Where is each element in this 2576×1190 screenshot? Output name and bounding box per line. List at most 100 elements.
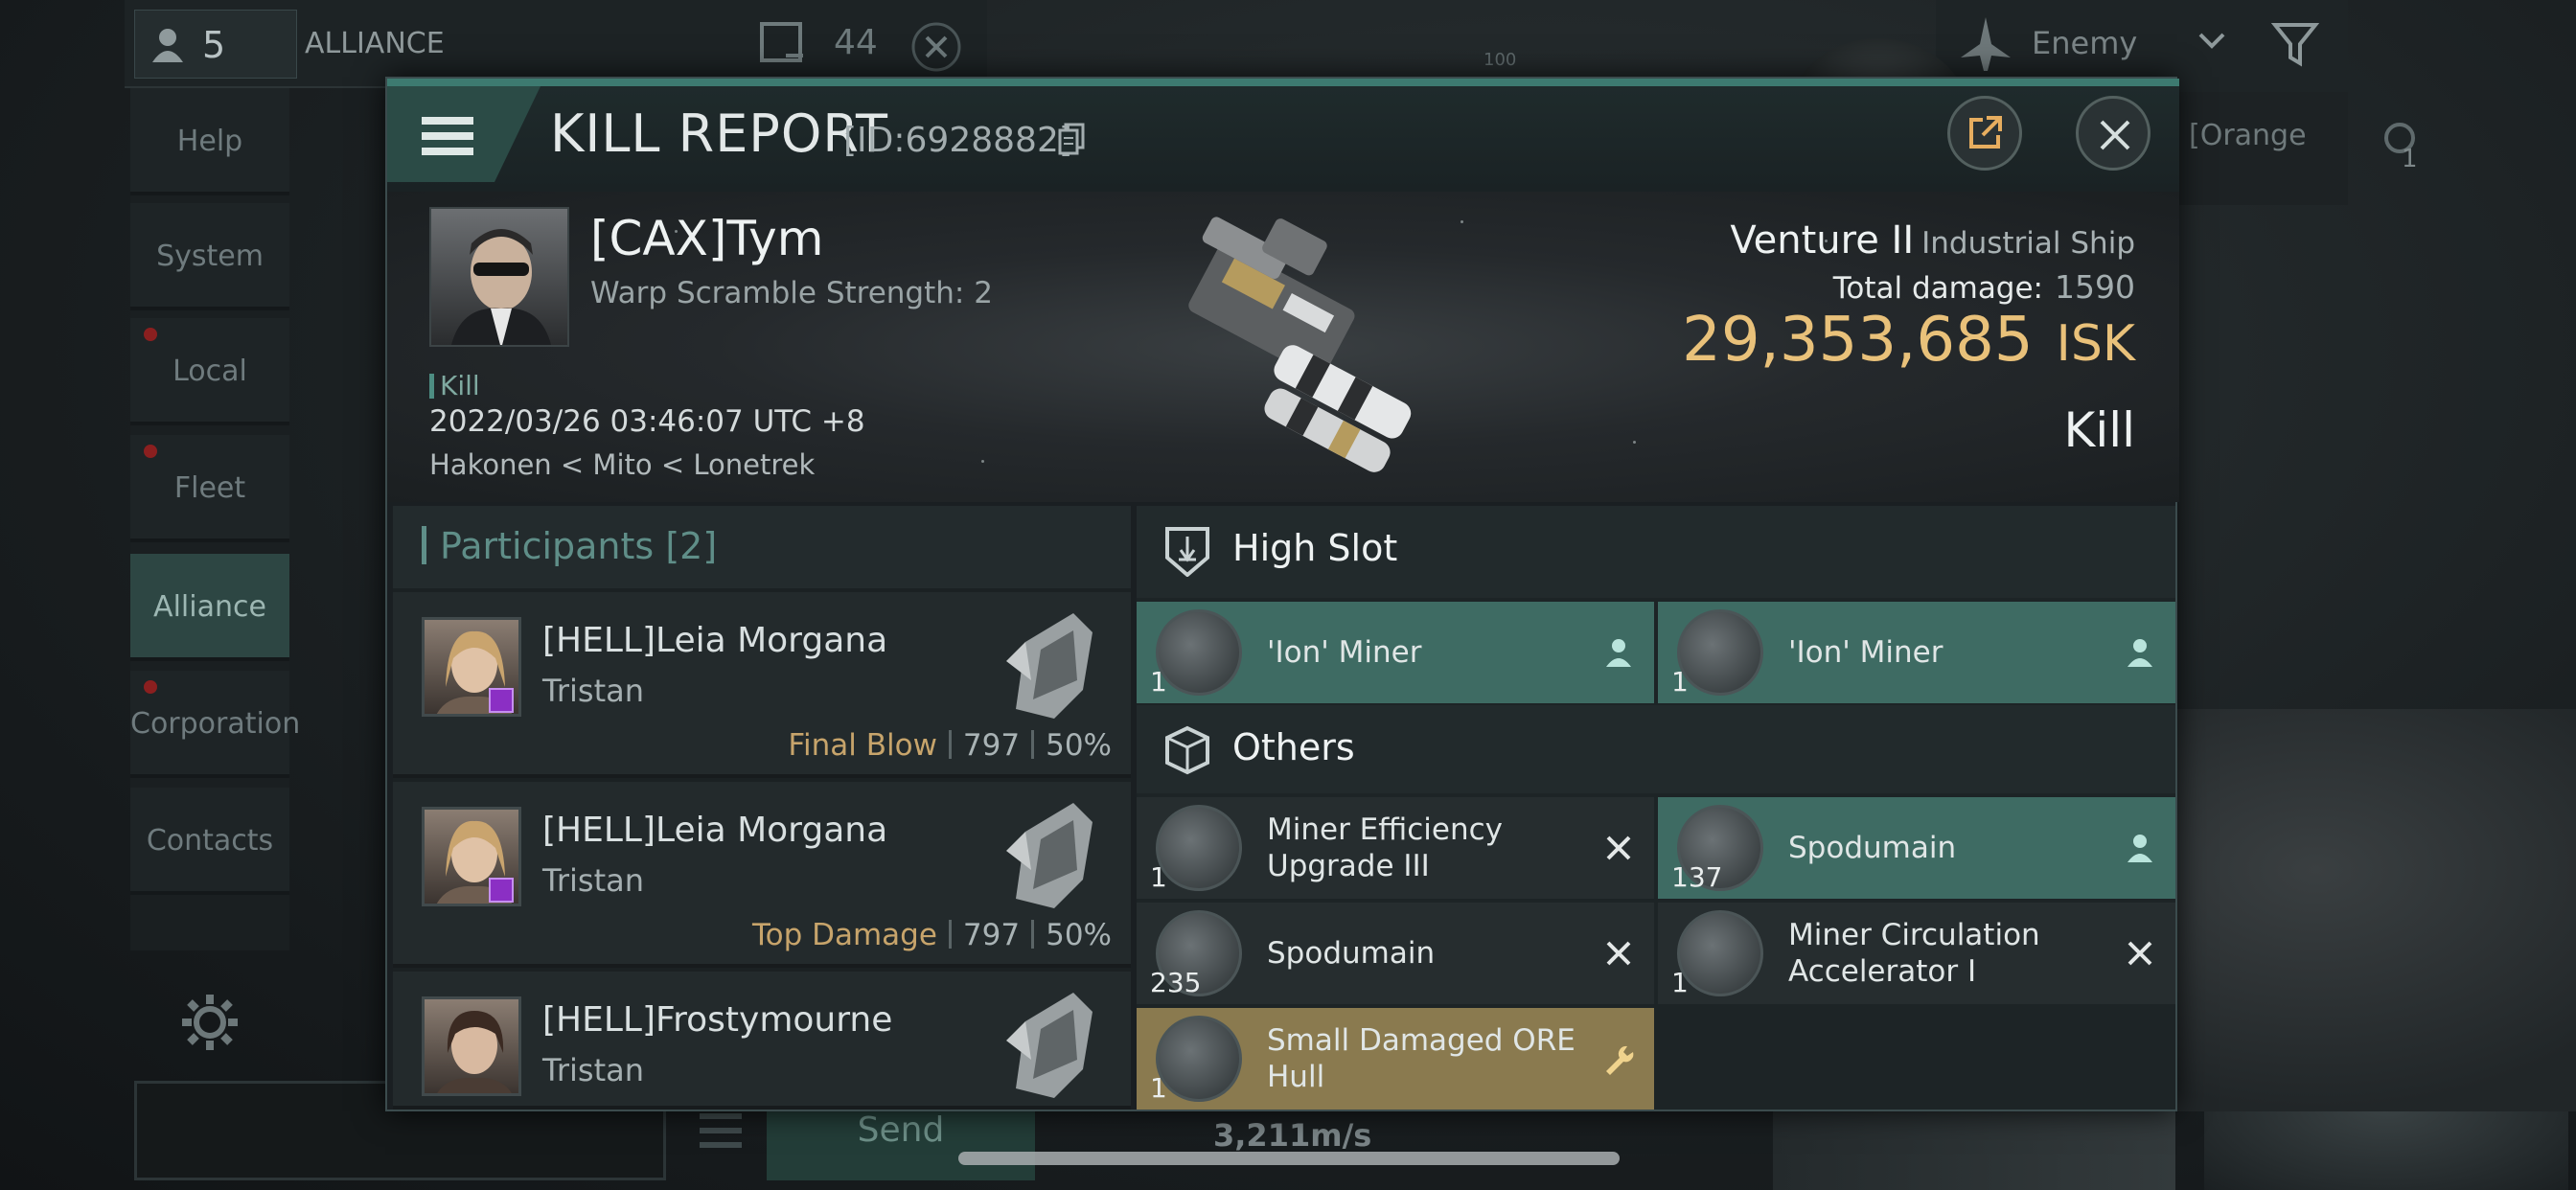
kill-id: [ID:6928882] — [843, 121, 1072, 160]
sidebar-item-system[interactable]: System — [130, 203, 289, 310]
victim-ship[interactable]: Venture II Industrial Ship — [1730, 218, 2135, 263]
participant-percent: 50% — [1046, 918, 1112, 952]
isk-amount: 29,353,685 — [1682, 305, 2034, 376]
dropped-person-icon — [2128, 639, 2152, 667]
hull-salvage-icon — [1156, 1016, 1242, 1102]
tristan-ship-icon — [1006, 613, 1092, 719]
participant-role: Final Blow — [788, 728, 937, 763]
participant-name: [HELL]Leia Morgana — [542, 811, 888, 850]
sidebar-item-label: Alliance — [153, 590, 266, 624]
close-icon — [2100, 120, 2130, 150]
ship-class: Industrial Ship — [1921, 226, 2135, 261]
sidebar-item-fleet[interactable]: Fleet — [130, 435, 289, 542]
sidebar-item-label: Local — [172, 355, 247, 388]
members-button[interactable]: 5 — [134, 10, 297, 79]
dialog-title: KILL REPORT — [550, 103, 888, 164]
participant-role: Top Damage — [751, 918, 937, 952]
menu-icon — [422, 117, 473, 125]
participants-count: [2] — [665, 525, 718, 567]
accelerator-module-icon — [1677, 910, 1763, 996]
item-name: Miner Efficiency Upgrade III — [1267, 812, 1504, 883]
home-indicator — [958, 1152, 1620, 1165]
kill-datetime: 2022/03/26 03:46:07 UTC +8 — [429, 404, 865, 439]
sidebar-item-label: Help — [176, 125, 243, 158]
kill-report-screen: { "background": { "members_count": "5", … — [0, 0, 2576, 1190]
close-chat-icon[interactable] — [910, 21, 962, 73]
orange-target[interactable]: [Orange — [2175, 92, 2348, 205]
item-slot[interactable]: 137 Spodumain — [1658, 797, 2175, 899]
participants-title: Participants [2] — [422, 525, 717, 567]
participant-stats: Final Blow 797 50% — [788, 728, 1112, 763]
item-slot[interactable]: 1 Miner Circulation Accelerator I — [1658, 903, 2175, 1004]
kill-tag: Kill — [429, 370, 480, 401]
sidebar-item-corporation[interactable]: Corporation — [130, 671, 300, 778]
victim-name[interactable]: [CAX]Tym — [590, 211, 823, 266]
item-quantity: 137 — [1671, 861, 1723, 893]
participant-ship: Tristan — [542, 673, 644, 709]
menu-icon — [422, 132, 473, 140]
unread-dot — [144, 680, 157, 694]
item-quantity: 1 — [1150, 1072, 1167, 1104]
participant-row[interactable]: [HELL]Leia Morgana Tristan Final Blow 797… — [393, 592, 1131, 778]
message-count: 44 — [834, 23, 878, 62]
message-icon — [760, 22, 803, 62]
item-slot[interactable]: 1 Miner Efficiency Upgrade III — [1137, 797, 1654, 899]
sidebar-item-alliance[interactable]: Alliance — [130, 554, 289, 661]
lock-target-icon[interactable]: 1 — [2380, 119, 2423, 169]
miner-module-icon — [1156, 609, 1242, 696]
others-header: Others — [1137, 705, 2175, 793]
destroyed-x-icon — [2128, 941, 2152, 966]
participant-name: [HELL]Frostymourne — [542, 1000, 893, 1040]
item-slot[interactable]: 1 Small Damaged ORE Hull — [1137, 1008, 1654, 1110]
sidebar-item-label: Contacts — [146, 824, 274, 858]
sidebar-item-label: Corporation — [130, 707, 301, 741]
participant-row[interactable]: [HELL]Frostymourne Tristan — [393, 972, 1131, 1110]
participant-ship: Tristan — [542, 862, 644, 899]
tristan-ship-icon — [1006, 803, 1092, 908]
participants-header: Participants [2] — [393, 506, 1131, 588]
gear-icon[interactable] — [178, 991, 242, 1054]
unread-dot — [144, 445, 157, 458]
item-name: Spodumain — [1267, 936, 1436, 971]
participant-damage: 797 — [962, 918, 1021, 952]
participant-stats: Top Damage 797 50% — [752, 918, 1112, 952]
item-name: 'Ion' Miner — [1788, 635, 1944, 670]
item-slot[interactable]: 1 'Ion' Miner — [1137, 602, 1654, 703]
item-slot[interactable]: 1 'Ion' Miner — [1658, 602, 2175, 703]
participants-label: Participants — [440, 525, 655, 567]
chat-topbar: 5 ALLIANCE 44 — [125, 0, 987, 88]
victim-avatar[interactable] — [429, 207, 569, 347]
filter-icon[interactable] — [2271, 19, 2319, 71]
kill-result: Kill — [2063, 402, 2135, 458]
ship-name: Venture II — [1730, 218, 1915, 263]
miner-module-icon — [1677, 609, 1763, 696]
dropped-person-icon — [1606, 639, 1631, 667]
ship-speed: 3,211m/s — [1213, 1117, 1372, 1154]
others-title: Others — [1232, 726, 1355, 768]
chevron-down-icon[interactable] — [2195, 29, 2229, 54]
copy-icon[interactable] — [1058, 123, 1087, 157]
item-quantity: 235 — [1150, 967, 1202, 998]
menu-icon[interactable] — [700, 1113, 742, 1148]
item-quantity: 1 — [1150, 666, 1167, 698]
destroyed-x-icon — [1606, 835, 1631, 860]
item-quantity: 1 — [1150, 861, 1167, 893]
participant-row[interactable]: [HELL]Leia Morgana Tristan Top Damage 797… — [393, 782, 1131, 968]
participant-avatar[interactable] — [422, 996, 521, 1096]
chat-sidebar: Help System Local Fleet Alliance Corpora… — [130, 88, 300, 950]
share-button[interactable] — [1947, 96, 2022, 171]
external-link-icon — [1969, 116, 2002, 149]
tristan-ship-icon — [1006, 993, 1092, 1098]
channel-title: ALLIANCE — [305, 27, 445, 60]
item-name: Small Damaged ORE Hull — [1267, 1023, 1576, 1094]
sidebar-item-local[interactable]: Local — [130, 318, 289, 425]
sidebar-item-help[interactable]: Help — [130, 88, 289, 195]
fitting-panel: High Slot 1 'Ion' Miner 1 'Ion' Miner Ot… — [1137, 506, 2175, 1110]
item-slot[interactable]: 235 Spodumain — [1137, 903, 1654, 1004]
high-slot-header: High Slot — [1137, 506, 2175, 598]
close-button[interactable] — [2076, 96, 2150, 171]
total-damage-value: 1590 — [2055, 268, 2135, 306]
enemy-filter[interactable]: Enemy — [2032, 25, 2137, 61]
sidebar-item-contacts[interactable]: Contacts — [130, 788, 289, 895]
kill-id-text: [ID:6928882] — [843, 121, 1072, 160]
